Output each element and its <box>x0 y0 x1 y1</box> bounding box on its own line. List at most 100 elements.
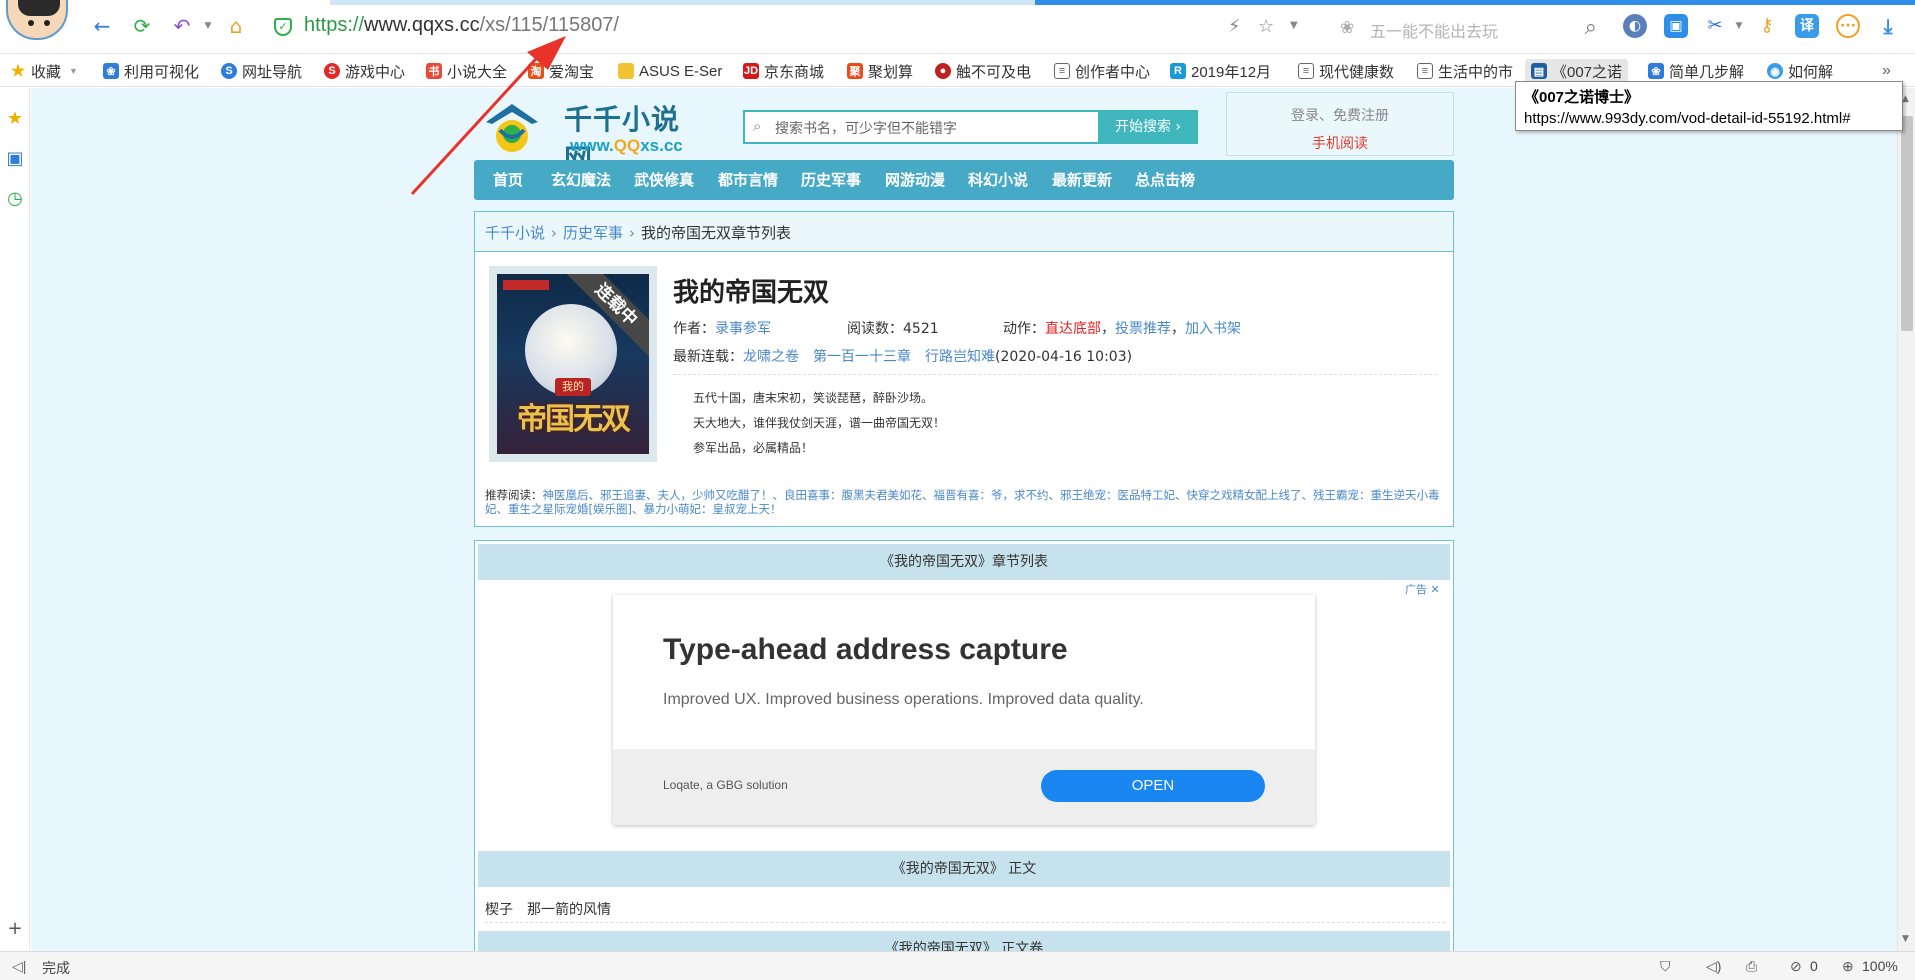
bookmark-item[interactable]: JD 京东商城 <box>743 61 824 81</box>
bookmark-item[interactable]: R 2019年12月 <box>1170 61 1271 81</box>
zoom-level[interactable]: 100% <box>1862 958 1898 974</box>
author-link[interactable]: 录事参军 <box>715 321 771 337</box>
login-register-link[interactable]: 登录、免费注册 <box>1227 105 1453 125</box>
nav-item[interactable]: 最新更新 <box>1052 160 1112 200</box>
chevron-down-icon[interactable]: ▼ <box>69 66 78 76</box>
bookmark-item[interactable]: ≡ 创作者中心 <box>1054 61 1150 81</box>
star-icon: ★ <box>10 63 26 80</box>
ad-subtitle: Improved UX. Improved business operation… <box>663 691 1144 708</box>
globe-icon: S <box>221 63 237 79</box>
mobile-read-link[interactable]: 手机阅读 <box>1227 133 1453 153</box>
recommend-links[interactable]: 神医凰后、邪王追妻、夫人，少帅又吃醋了！、良田喜事：腹黑夫君美如花、福晋有喜：爷… <box>485 488 1440 516</box>
book-cover[interactable]: 我的 帝国无双 连载中 <box>489 266 657 462</box>
ad-title: Type-ahead address capture <box>663 633 1068 666</box>
chapter-link[interactable]: 楔子 那一箭的风情 <box>485 902 611 918</box>
bookmark-item-active[interactable]: ▤ 《007之诺 <box>1525 59 1629 83</box>
scroll-down-icon[interactable]: ▼ <box>1902 934 1909 944</box>
bookmark-label: 《007之诺 <box>1552 63 1623 81</box>
bookmark-item[interactable]: S 游戏中心 <box>324 61 405 81</box>
printer-icon[interactable]: ⎙ <box>1746 958 1757 975</box>
advertisement[interactable]: Type-ahead address capture Improved UX. … <box>613 595 1315 825</box>
globe-icon: ◉ <box>1767 63 1783 79</box>
home-icon[interactable]: ⌂ <box>224 14 248 38</box>
nav-item[interactable]: 武侠修真 <box>634 160 694 200</box>
more-icon[interactable]: ··· <box>1836 14 1860 38</box>
nav-item[interactable]: 历史军事 <box>801 160 861 200</box>
nav-item[interactable]: 都市言情 <box>718 160 778 200</box>
url-path: /xs/115/115807/ <box>479 14 619 36</box>
vote-link[interactable]: 投票推荐 <box>1115 321 1171 337</box>
intro-line: 参军出品，必属精品！ <box>693 441 814 455</box>
vertical-scrollbar[interactable]: ▲ ▼ <box>1897 88 1915 951</box>
undo-icon[interactable]: ↶ <box>170 14 194 38</box>
sidebar-toggle-icon[interactable]: ◁| <box>12 958 26 975</box>
reader-icon[interactable]: ▣ <box>4 148 26 170</box>
site-search-bar[interactable]: ⌕ 搜索书名，可少字但不能错字 开始搜索 › <box>743 110 1198 144</box>
nav-item[interactable]: 玄幻魔法 <box>551 160 611 200</box>
bookmark-item[interactable]: ❀ 利用可视化 <box>103 61 199 81</box>
nav-item[interactable]: 总点击榜 <box>1135 160 1195 200</box>
paw-icon: ❀ <box>1340 18 1355 38</box>
chevron-down-icon[interactable]: ▼ <box>1290 20 1298 31</box>
site-nav: 首页 玄幻魔法 武侠修真 都市言情 历史军事 网游动漫 科幻小说 最新更新 总点… <box>474 160 1454 200</box>
bookmark-star-icon[interactable]: ☆ <box>1258 16 1274 37</box>
refresh-icon[interactable]: ⟳ <box>130 14 154 38</box>
translate-icon[interactable]: 译 <box>1795 14 1819 38</box>
history-clock-icon[interactable]: ◷ <box>4 188 26 210</box>
chevron-down-icon[interactable]: ▼ <box>196 14 220 38</box>
nav-item[interactable]: 科幻小说 <box>968 160 1028 200</box>
ad-open-button[interactable]: OPEN <box>1041 770 1265 802</box>
lightning-icon[interactable]: ⚡ <box>1228 16 1241 37</box>
nav-item[interactable]: 网游动漫 <box>885 160 945 200</box>
ad-close-label[interactable]: 广告 ✕ <box>1405 581 1440 597</box>
url-protocol: https:// <box>304 14 365 36</box>
goto-bottom-link[interactable]: 直达底部 <box>1045 321 1101 337</box>
more-bookmarks-icon[interactable]: » <box>1882 61 1891 81</box>
chevron-down-icon[interactable]: ▼ <box>1727 14 1751 38</box>
scrollbar-thumb[interactable] <box>1901 116 1913 331</box>
address-bar[interactable]: ✓ https://www.qqxs.cc/xs/115/115807/ <box>262 10 1325 44</box>
bookmark-item[interactable]: 聚聚划算 <box>847 61 913 81</box>
download-icon[interactable]: ⤓ <box>1876 14 1900 38</box>
add-icon[interactable]: + <box>4 918 26 940</box>
bookmark-item[interactable]: 书小说大全 <box>426 61 507 81</box>
bookmark-item[interactable]: ★ 收藏 ▼ <box>10 61 78 81</box>
bookmark-item[interactable]: ASUS E-Ser <box>618 61 722 81</box>
chapter-list-header: 《我的帝国无双》章节列表 <box>478 544 1450 580</box>
key-icon[interactable]: ⚷ <box>1755 14 1779 38</box>
nav-item[interactable]: 首页 <box>493 160 523 200</box>
bookmark-item[interactable]: ● 触不可及电 <box>935 61 1031 81</box>
speed-dial-icon[interactable]: ◐ <box>1623 14 1647 38</box>
latest-chapter-link[interactable]: 龙啸之卷 第一百一十三章 行路岂知难 <box>743 349 995 365</box>
zoom-icon[interactable]: ⊕ <box>1842 958 1854 975</box>
site-logo[interactable]: 千千小说网 www.QQxs.cc <box>484 92 694 176</box>
bookmark-item[interactable]: S 网址导航 <box>221 61 302 81</box>
bookmark-item[interactable]: ≡ 现代健康数 <box>1298 61 1394 81</box>
user-avatar[interactable] <box>6 0 68 40</box>
site-search-input[interactable]: 搜索书名，可少字但不能错字 <box>775 118 957 138</box>
back-icon[interactable]: ← <box>90 14 114 38</box>
bookmark-item[interactable]: 淘爱淘宝 <box>528 61 594 81</box>
web-page: 千千小说网 www.QQxs.cc ⌕ 搜索书名，可少字但不能错字 开始搜索 ›… <box>31 88 1897 951</box>
film-icon: ▤ <box>1531 63 1547 79</box>
breadcrumb-home[interactable]: 千千小说 <box>485 224 545 242</box>
breadcrumb-category[interactable]: 历史军事 <box>563 224 623 242</box>
scissors-icon[interactable]: ✂ <box>1703 14 1727 38</box>
search-icon[interactable]: ⌕ <box>1585 15 1597 40</box>
favorites-star-icon[interactable]: ★ <box>4 108 26 130</box>
book-intro: 五代十国，唐末宋初，笑谈琵琶，醉卧沙场。 天大地大，谁伴我仗剑天涯，谱一曲帝国无… <box>693 386 945 461</box>
bookmark-item[interactable]: ◉ 如何解 <box>1767 61 1833 81</box>
security-shield-icon[interactable]: ⛉ <box>1660 958 1671 975</box>
avatar-eye <box>28 20 34 26</box>
sound-icon[interactable]: ◁) <box>1706 958 1721 975</box>
bookmark-item[interactable]: ❀ 简单几步解 <box>1648 61 1744 81</box>
bookmark-item[interactable]: ≡ 生活中的市 <box>1417 61 1513 81</box>
url-text[interactable]: https://www.qqxs.cc/xs/115/115807/ <box>304 14 619 37</box>
browser-search-box[interactable]: ❀ 五一能不能出去玩 ⌕ <box>1330 10 1605 44</box>
adblock-icon[interactable]: ⊘ <box>1790 958 1802 975</box>
scroll-up-icon[interactable]: ▲ <box>1902 94 1909 104</box>
add-shelf-link[interactable]: 加入书架 <box>1185 321 1241 337</box>
screenshot-icon[interactable]: ▣ <box>1664 14 1688 38</box>
site-search-button[interactable]: 开始搜索 › <box>1098 110 1198 144</box>
book-meta: 作者：录事参军 阅读数：4521 动作：直达底部，投票推荐，加入书架 <box>673 318 1433 338</box>
